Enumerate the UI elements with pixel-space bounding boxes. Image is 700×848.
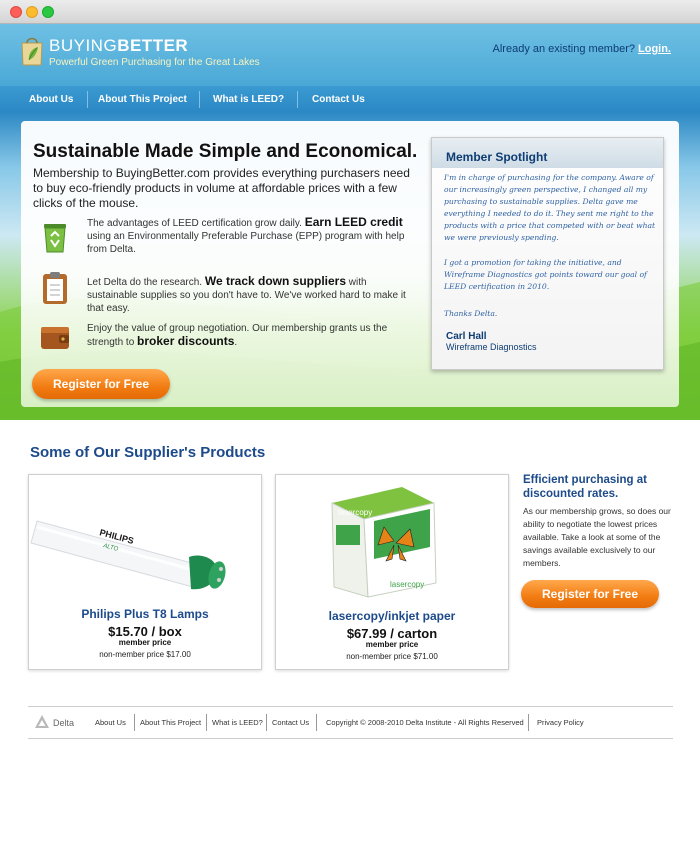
feature-leed-highlight: Earn LEED credit — [304, 215, 403, 229]
member-price-label: member price — [118, 638, 172, 647]
feature-leed: The advantages of LEED certification gro… — [87, 216, 407, 256]
feature-leed-text: The advantages of LEED certification gro… — [87, 218, 302, 229]
paper-box-image: lasercopy lasercopy — [331, 487, 437, 598]
box-brand-front: lasercopy — [390, 580, 424, 589]
hero-title: Sustainable Made Simple and Economical. — [33, 141, 418, 162]
product-card-philips-lamps[interactable]: PHILIPS ALTO Philips Plus T8 Lamps $15.7… — [28, 474, 262, 670]
spotlight-member-company: Wireframe Diagnostics — [446, 342, 537, 352]
footer-link-privacy[interactable]: Privacy Policy — [537, 718, 584, 727]
products-section-title: Some of Our Supplier's Products — [30, 444, 266, 461]
clipboard-icon — [43, 272, 67, 304]
spotlight-member-name: Carl Hall — [446, 331, 487, 342]
nav-divider — [297, 91, 298, 108]
feature-research-highlight: We track down suppliers — [204, 274, 347, 288]
logo-word-buying: BUYING — [49, 36, 118, 55]
footer-top-rule — [28, 706, 673, 707]
member-login-area: Already an existing member? Login. — [493, 43, 671, 55]
spotlight-quote-3: Thanks Delta. — [444, 309, 498, 318]
feature-leed-detail: using an Environmentally Preferable Purc… — [87, 231, 405, 255]
footer-bottom-rule — [28, 738, 673, 739]
minimize-window-button[interactable] — [26, 6, 38, 18]
product-name[interactable]: lasercopy/inkjet paper — [276, 609, 508, 623]
footer-link-about-project[interactable]: About This Project — [140, 718, 201, 727]
site-logo[interactable]: BUYINGBETTER Powerful Green Purchasing f… — [20, 34, 260, 78]
recycle-bin-icon — [44, 224, 66, 253]
discount-description: As our membership grows, so does our abi… — [523, 506, 671, 568]
discount-heading: Efficient purchasing at discounted rates… — [523, 474, 647, 500]
feature-research: Let Delta do the research. We track down… — [87, 275, 407, 315]
window-titlebar — [0, 0, 700, 24]
spotlight-title: Member Spotlight — [446, 150, 548, 164]
register-button-secondary[interactable]: Register for Free — [521, 580, 659, 608]
spotlight-quote-2: I got a promotion for taking the initiat… — [444, 258, 647, 291]
footer-divider — [528, 714, 529, 731]
member-prompt: Already an existing member? — [492, 43, 635, 55]
feature-discounts-highlight: broker discounts — [137, 334, 235, 348]
product-price: $15.70 / box — [108, 624, 182, 639]
footer-link-about-us[interactable]: About Us — [95, 718, 126, 727]
nav-divider — [87, 91, 88, 108]
footer-divider — [206, 714, 207, 731]
box-brand-top: lasercopy — [338, 508, 372, 517]
footer-divider — [316, 714, 317, 731]
hero-intro: Membership to BuyingBetter.com provides … — [33, 166, 410, 210]
footer-brand[interactable]: Delta — [53, 718, 74, 728]
main-nav: About Us About This Project What is LEED… — [0, 86, 700, 112]
fluorescent-lamp-image: PHILIPS ALTO — [30, 520, 226, 590]
logo-tagline: Powerful Green Purchasing for the Great … — [49, 57, 260, 68]
non-member-price: non-member price $71.00 — [346, 652, 438, 661]
non-member-price: non-member price $17.00 — [99, 650, 191, 659]
nav-about-us[interactable]: About Us — [29, 94, 73, 105]
product-card-lasercopy-paper[interactable]: lasercopy lasercopy lasercopy/inkjet pap… — [275, 474, 509, 670]
shopping-bag-leaf-icon — [21, 37, 43, 66]
nav-about-project[interactable]: About This Project — [98, 94, 187, 105]
maximize-window-button[interactable] — [42, 6, 54, 18]
spotlight-quote-1: I'm in charge of purchasing for the comp… — [444, 173, 656, 242]
nav-what-is-leed[interactable]: What is LEED? — [213, 94, 284, 105]
nav-contact-us[interactable]: Contact Us — [312, 94, 365, 105]
footer-link-what-is-leed[interactable]: What is LEED? — [212, 718, 263, 727]
register-button[interactable]: Register for Free — [32, 369, 170, 399]
footer-divider — [266, 714, 267, 731]
logo-word-better: BETTER — [117, 36, 189, 55]
footer-copyright: Copyright © 2008-2010 Delta Institute - … — [326, 718, 524, 727]
delta-logo-icon — [35, 715, 49, 728]
product-name[interactable]: Philips Plus T8 Lamps — [29, 607, 261, 621]
product-price: $67.99 / carton — [346, 626, 438, 641]
footer-divider — [134, 714, 135, 731]
wallet-icon — [41, 327, 69, 349]
feature-discounts-end: . — [234, 337, 238, 348]
feature-discounts: Enjoy the value of group negotiation. Ou… — [87, 322, 397, 349]
member-price-label: member price — [365, 640, 419, 649]
feature-research-text: Let Delta do the research. — [87, 277, 203, 288]
login-link[interactable]: Login. — [638, 43, 671, 55]
member-spotlight-panel: Member Spotlight I'm in charge of purcha… — [431, 137, 664, 370]
nav-divider — [199, 91, 200, 108]
close-window-button[interactable] — [10, 6, 22, 18]
site-header: BUYINGBETTER Powerful Green Purchasing f… — [0, 24, 700, 86]
footer-link-contact-us[interactable]: Contact Us — [272, 718, 309, 727]
logo-wordmark: BUYINGBETTER — [49, 36, 188, 56]
